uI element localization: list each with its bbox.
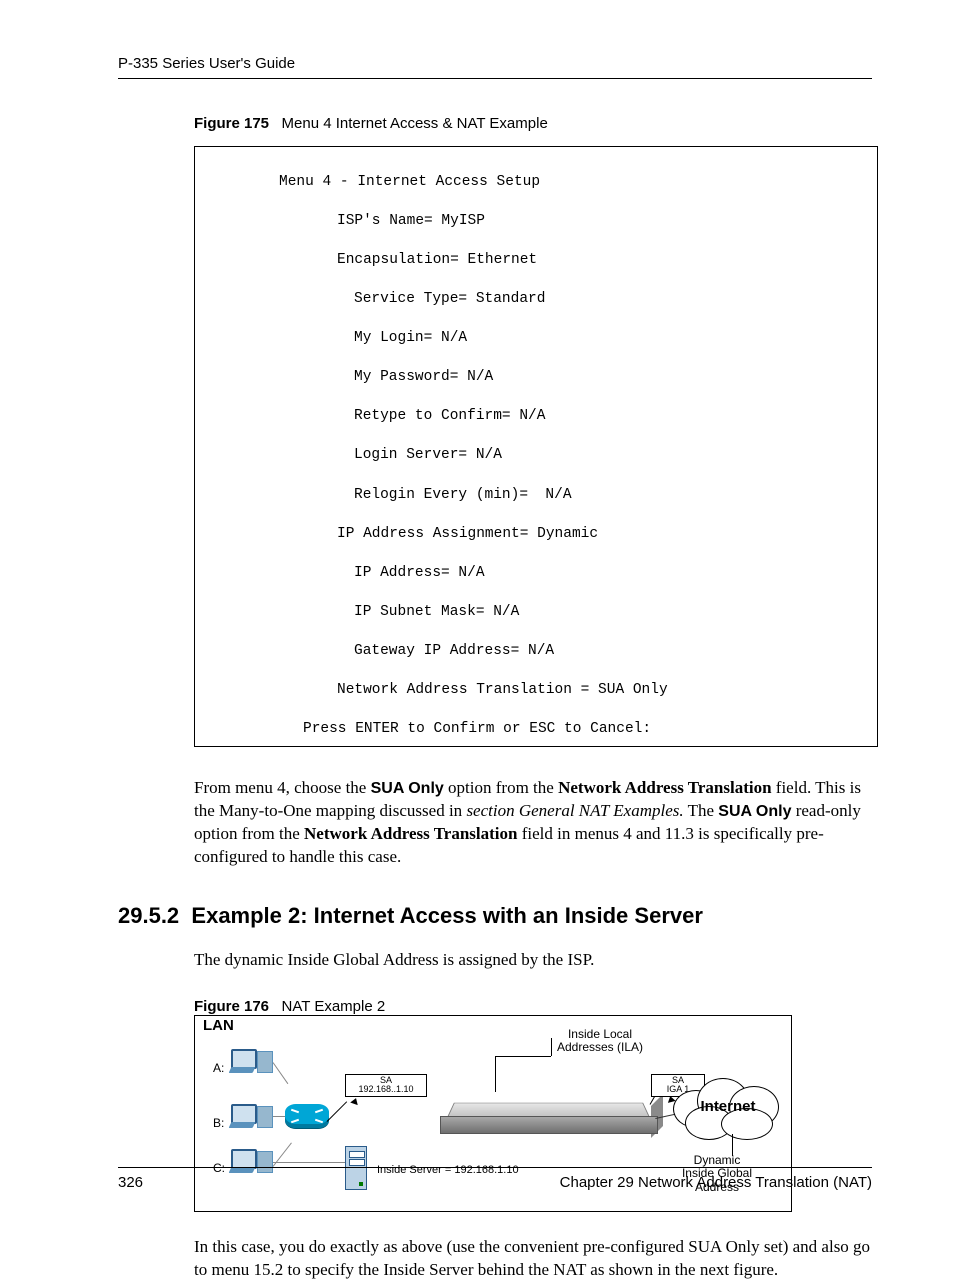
wire-icon (273, 1062, 289, 1084)
running-header: P-335 Series User's Guide (118, 55, 872, 72)
menu4-gateway: Gateway IP Address= N/A (199, 642, 873, 662)
menu4-terminal-box: Menu 4 - Internet Access Setup ISP's Nam… (194, 146, 878, 747)
internet-label: Internet (673, 1098, 783, 1115)
paragraph-2: The dynamic Inside Global Address is ass… (194, 949, 872, 972)
sa-ip: 192.168..1.10 (350, 1085, 422, 1095)
menu4-nat: Network Address Translation = SUA Only (199, 681, 873, 701)
menu4-encap: Encapsulation= Ethernet (199, 251, 873, 271)
menu4-password: My Password= N/A (199, 368, 873, 388)
page-footer: 326 Chapter 29 Network Address Translati… (118, 1167, 872, 1191)
figure-175-label: Figure 175 (194, 115, 269, 132)
figure-175-caption: Figure 175 Menu 4 Internet Access & NAT … (194, 115, 872, 132)
chapter-title: Chapter 29 Network Address Translation (… (560, 1174, 872, 1191)
section-number: 29.5.2 (118, 903, 179, 928)
paragraph-3: In this case, you do exactly as above (u… (194, 1236, 872, 1281)
menu4-login: My Login= N/A (199, 329, 873, 349)
menu4-prompt: Press ENTER to Confirm or ESC to Cancel: (199, 720, 873, 740)
figure-176-label: Figure 176 (194, 998, 269, 1015)
menu4-isp: ISP's Name= MyISP (199, 212, 873, 232)
menu4-subnet: IP Subnet Mask= N/A (199, 603, 873, 623)
menu4-retype: Retype to Confirm= N/A (199, 407, 873, 427)
wire-icon (273, 1162, 345, 1163)
main-content: Figure 175 Menu 4 Internet Access & NAT … (194, 115, 872, 1281)
menu4-title: Menu 4 - Internet Access Setup (199, 173, 873, 193)
pc-icon (231, 1104, 273, 1130)
callout-line (495, 1056, 551, 1057)
page-number: 326 (118, 1174, 143, 1191)
callout-line (551, 1038, 552, 1056)
sa-box-left: SA 192.168..1.10 (345, 1074, 427, 1098)
footer-rule (118, 1167, 872, 1168)
menu4-relogin: Relogin Every (min)= N/A (199, 486, 873, 506)
callout-line (495, 1056, 496, 1092)
figure-176-caption: Figure 176 NAT Example 2 (194, 998, 872, 1015)
p1-b2: Network Address Translation (558, 778, 771, 797)
p1-i1: section General NAT Examples. (466, 801, 683, 820)
internet-cloud-icon: Internet (673, 1076, 783, 1140)
p3-b1: SUA Only (688, 1237, 759, 1256)
p1-b1: SUA Only (371, 780, 444, 797)
p1-t1: From menu 4, choose the (194, 778, 371, 797)
section-heading-2952: 29.5.2 Example 2: Internet Access with a… (118, 903, 872, 929)
nat-slab-icon (440, 1116, 658, 1134)
arrow-line (327, 1101, 348, 1122)
host-a-label: A: (213, 1061, 224, 1075)
p1-t2: option from the (444, 778, 558, 797)
menu4-service: Service Type= Standard (199, 290, 873, 310)
router-icon (285, 1104, 329, 1128)
arrow-head-icon (350, 1096, 360, 1104)
figure-175-title: Menu 4 Internet Access & NAT Example (282, 115, 548, 132)
ila-label: Inside Local Addresses (ILA) (545, 1028, 655, 1056)
p1-t4: The (684, 801, 719, 820)
menu4-ipassign: IP Address Assignment= Dynamic (199, 525, 873, 545)
pc-icon (231, 1049, 273, 1075)
menu4-ipaddr: IP Address= N/A (199, 564, 873, 584)
host-b-label: B: (213, 1116, 224, 1130)
header-rule (118, 78, 872, 79)
p3-t1: In this case, you do exactly as above (u… (194, 1237, 688, 1256)
figure-176-title: NAT Example 2 (282, 998, 386, 1015)
paragraph-1: From menu 4, choose the SUA Only option … (194, 777, 872, 869)
p1-b3: SUA Only (718, 803, 791, 820)
menu4-loginserver: Login Server= N/A (199, 446, 873, 466)
lan-label: LAN (203, 1017, 234, 1034)
p1-b4: Network Address Translation (304, 824, 517, 843)
wire-icon (273, 1142, 292, 1166)
section-title: Example 2: Internet Access with an Insid… (191, 903, 703, 928)
